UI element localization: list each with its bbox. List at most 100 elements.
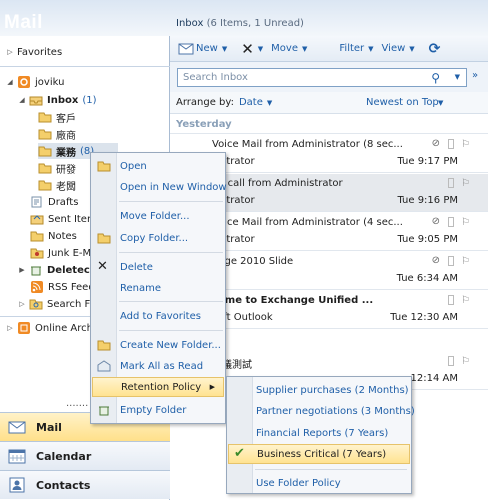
retention-option[interactable]: Supplier purchases (2 Months) <box>228 380 410 400</box>
flag-icon[interactable]: ⚐ <box>461 256 470 267</box>
toolbar: New ▼ ✕ ▼ Move ▼ Filter ▼ View ▼ ⟳ <box>170 36 488 62</box>
view-button-label: View <box>381 43 406 54</box>
collapse-arrow-icon[interactable]: ◢ <box>6 78 14 86</box>
divider <box>0 66 170 67</box>
rss-icon <box>31 281 43 293</box>
sort-order-button[interactable]: Newest on Top <box>366 97 439 108</box>
subfolder-item[interactable]: 老闆 <box>38 177 76 193</box>
category-box[interactable] <box>448 356 454 366</box>
chevron-down-icon[interactable]: ▼ <box>258 45 263 53</box>
collapse-arrow-icon[interactable]: ◢ <box>18 96 26 104</box>
expand-search-icon[interactable]: » <box>472 70 478 81</box>
view-button[interactable]: View ▼ <box>382 43 415 54</box>
expand-arrow-icon[interactable]: ▷ <box>6 48 14 56</box>
message-time: 12:14 AM <box>410 373 458 384</box>
arrange-by-dropdown[interactable]: Date <box>239 97 263 108</box>
favorites-node[interactable]: ▷ Favorites <box>6 44 62 60</box>
category-box[interactable] <box>448 295 454 305</box>
subfolder-item[interactable]: 客戶 <box>38 109 76 125</box>
message-subject: Voice Mail from Administrator (8 sec... <box>212 139 402 150</box>
nav-button-contacts[interactable]: Contacts <box>0 470 170 499</box>
new-button[interactable]: New ▼ <box>178 42 227 55</box>
message-subject: ed call from Administrator <box>212 178 343 189</box>
rss-node[interactable]: RSS Feed <box>30 279 95 295</box>
retention-option-folder-policy[interactable]: Use Folder Policy <box>228 473 410 493</box>
flag-icon[interactable]: ⚐ <box>461 217 470 228</box>
sent-node[interactable]: Sent Iter <box>30 211 91 227</box>
retention-option-checked[interactable]: ✔ Business Critical (7 Years) <box>228 444 410 464</box>
search-icon[interactable]: ⚲ <box>431 71 440 85</box>
expand-arrow-icon[interactable]: ▷ <box>18 300 26 308</box>
expand-arrow-icon[interactable]: ▷ <box>6 324 14 332</box>
open-folder-icon <box>97 161 111 172</box>
menu-item-retention-policy[interactable]: Retention Policy ▶ <box>92 377 224 397</box>
menu-item-mark-read[interactable]: Mark All as Read <box>92 356 224 376</box>
menu-item-add-favorites[interactable]: Add to Favorites <box>92 306 224 326</box>
flag-icon[interactable]: ⚐ <box>461 295 470 306</box>
folder-icon <box>38 112 52 123</box>
delete-button[interactable]: ✕ ▼ <box>241 40 263 58</box>
online-archive-node[interactable]: ▷ Online Arch <box>6 320 93 336</box>
flag-icon[interactable]: ⚐ <box>461 356 470 367</box>
new-button-label: New <box>196 43 218 54</box>
subfolder-item[interactable]: 研發 <box>38 160 76 176</box>
deleted-node[interactable]: ▶ Deletec <box>18 262 90 278</box>
menu-item-create-folder[interactable]: Create New Folder... <box>92 335 224 355</box>
trash-icon <box>31 266 41 276</box>
chevron-down-icon[interactable]: ▼ <box>267 99 272 107</box>
attachment-icon: ⊘ <box>431 138 440 149</box>
filter-button[interactable]: Filter ▼ <box>339 43 373 54</box>
category-box[interactable] <box>448 256 454 266</box>
inbox-node[interactable]: ◢ Inbox (1) <box>18 92 97 108</box>
menu-item-rename[interactable]: Rename <box>92 278 224 298</box>
chevron-down-icon[interactable]: ▼ <box>438 99 443 107</box>
category-box[interactable] <box>448 139 454 149</box>
move-button-label: Move <box>271 43 298 54</box>
chevron-down-icon[interactable]: ▼ <box>368 45 373 53</box>
menu-separator <box>119 330 223 331</box>
category-box[interactable] <box>448 178 454 188</box>
menu-item-empty-folder[interactable]: Empty Folder <box>92 400 224 420</box>
menu-item-open-new-window[interactable]: Open in New Window <box>92 177 227 197</box>
folder-title: Inbox (6 Items, 1 Unread) <box>176 18 304 29</box>
menu-item-label: Add to Favorites <box>120 310 201 322</box>
message-time: Tue 9:16 PM <box>397 195 458 206</box>
menu-item-move-folder[interactable]: Move Folder... <box>92 206 224 226</box>
junk-node[interactable]: Junk E-M <box>30 245 91 261</box>
search-folders-node[interactable]: ▷ Search F <box>18 296 90 312</box>
menu-item-open[interactable]: Open <box>92 156 224 176</box>
drafts-node[interactable]: Drafts <box>30 194 78 210</box>
subfolder-label: 研發 <box>56 164 76 176</box>
arrange-label: Arrange by: <box>176 97 234 108</box>
retention-option[interactable]: Partner negotiations (3 Months) <box>228 401 415 421</box>
subfolder-item[interactable]: 廠商 <box>38 126 76 142</box>
flag-icon[interactable]: ⚐ <box>461 139 470 150</box>
pane-resize-handle[interactable]: ....... <box>66 398 88 409</box>
delete-x-icon: ✕ <box>97 259 108 274</box>
copy-folder-icon <box>97 233 111 244</box>
retention-option[interactable]: Financial Reports (7 Years) <box>228 423 410 443</box>
menu-item-label: Open <box>120 160 147 172</box>
menu-item-copy-folder[interactable]: Copy Folder... <box>92 228 224 248</box>
chevron-down-icon[interactable]: ▼ <box>302 45 307 53</box>
message-subject: 會議測試 <box>212 360 252 371</box>
deleted-label: Deletec <box>47 264 90 276</box>
expand-arrow-icon[interactable]: ▶ <box>18 266 26 274</box>
sent-label: Sent Iter <box>48 213 92 225</box>
inbox-label: Inbox <box>47 94 79 106</box>
nav-button-calendar[interactable]: Calendar <box>0 441 170 470</box>
chevron-down-icon[interactable]: ▼ <box>222 45 227 53</box>
arrange-bar: Arrange by: Date ▼ Newest on Top ▼ <box>170 92 488 114</box>
refresh-icon[interactable]: ⟳ <box>429 41 441 57</box>
account-node[interactable]: ◢ joviku <box>6 74 64 90</box>
chevron-down-icon[interactable]: ▼ <box>409 45 414 53</box>
menu-item-label: Supplier purchases (2 Months) <box>256 384 409 396</box>
search-input[interactable]: Search Inbox ⚲ ▼ <box>177 68 467 87</box>
folder-name: Inbox <box>176 18 204 29</box>
notes-node[interactable]: Notes <box>30 228 77 244</box>
flag-icon[interactable]: ⚐ <box>461 178 470 189</box>
chevron-down-icon[interactable]: ▼ <box>455 73 460 81</box>
move-button[interactable]: Move ▼ <box>271 43 307 54</box>
menu-item-delete[interactable]: ✕ Delete <box>92 257 224 277</box>
category-box[interactable] <box>448 217 454 227</box>
